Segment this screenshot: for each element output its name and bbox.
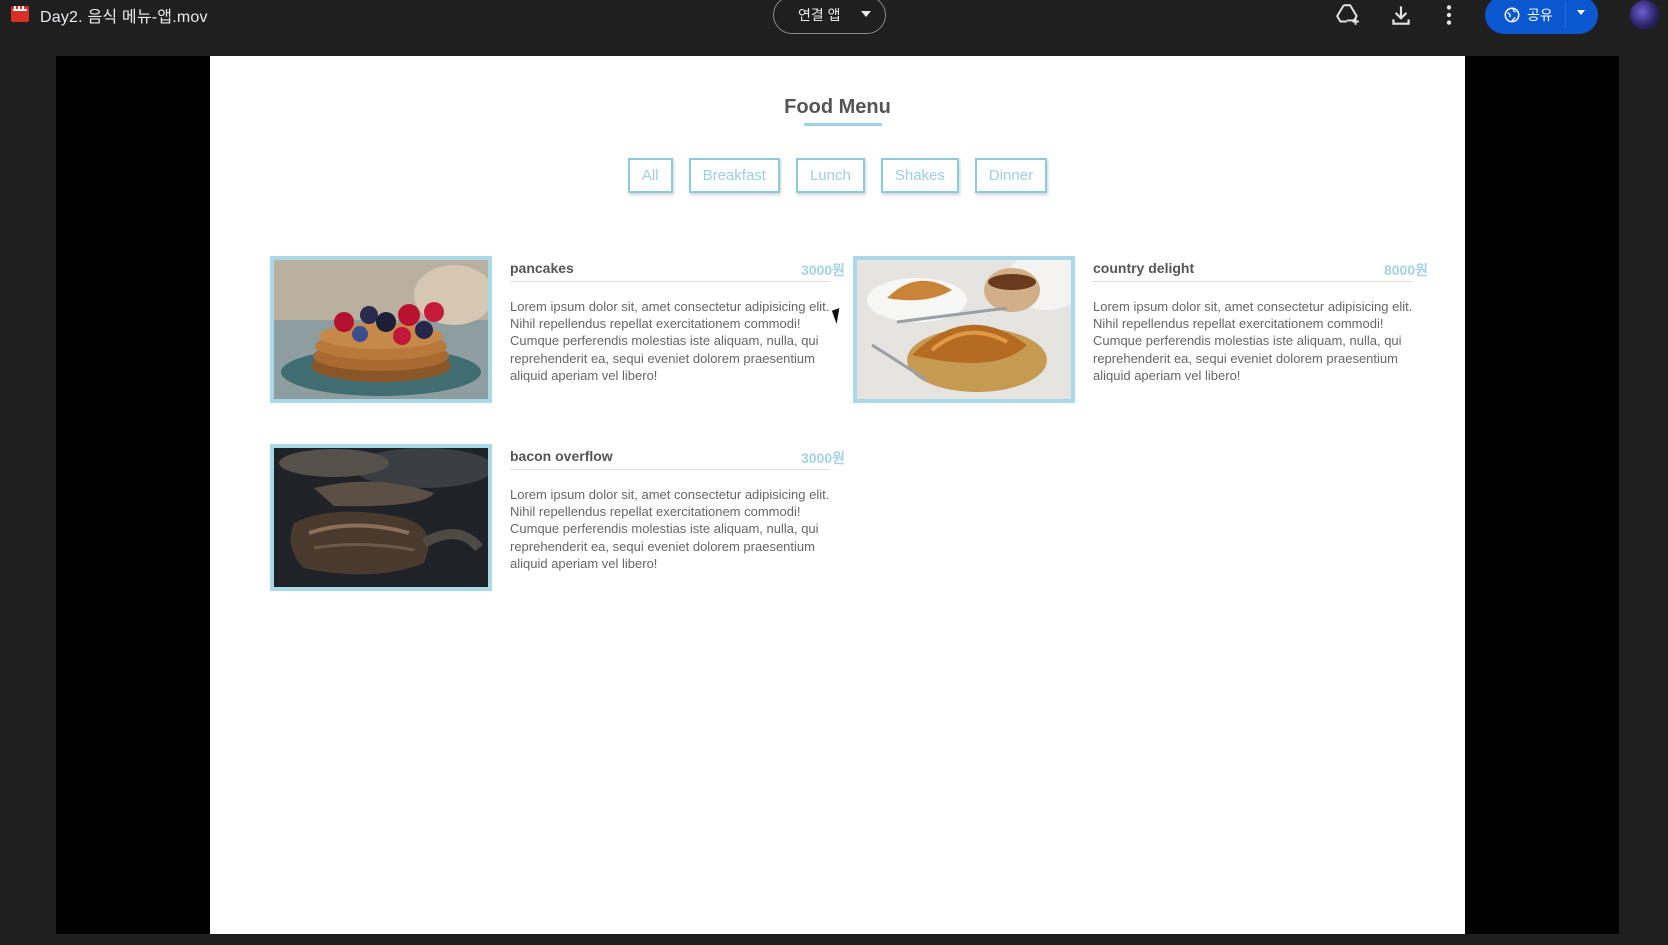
filter-all-button[interactable]: All	[627, 158, 673, 193]
video-file-icon	[11, 6, 29, 22]
add-to-drive-icon[interactable]	[1335, 2, 1361, 28]
share-button[interactable]: 공유	[1485, 0, 1598, 34]
chevron-down-icon	[861, 11, 871, 17]
item-divider	[510, 281, 830, 282]
bacon-overflow-photo	[270, 444, 492, 591]
item-divider	[510, 469, 830, 470]
filter-shakes-button[interactable]: Shakes	[880, 158, 959, 193]
item-description: Lorem ipsum dolor sit, amet consectetur …	[510, 487, 830, 571]
download-icon[interactable]	[1388, 2, 1414, 28]
country-delight-photo	[853, 256, 1075, 403]
menu-item: bacon overflow 3000원 Lorem ipsum dolor s…	[270, 444, 845, 594]
filter-breakfast-button[interactable]: Breakfast	[688, 158, 780, 193]
item-price: 3000원	[800, 262, 845, 278]
filter-lunch-button[interactable]: Lunch	[795, 158, 865, 193]
item-divider	[1093, 281, 1413, 282]
item-price: 3000원	[800, 450, 845, 466]
page-title: Food Menu	[784, 96, 891, 118]
video-frame-page: Food Menu All Breakfast Lunch Shakes Din…	[210, 56, 1465, 934]
open-with-app-label: 연결 앱	[798, 7, 841, 23]
title-underline	[804, 123, 882, 126]
filter-dinner-button[interactable]: Dinner	[974, 158, 1048, 193]
more-vert-icon[interactable]	[1436, 2, 1462, 28]
item-name: bacon overflow	[510, 448, 613, 464]
file-title: Day2. 음식 메뉴-앱.mov	[40, 9, 208, 26]
share-label: 공유	[1527, 7, 1553, 23]
item-description: Lorem ipsum dolor sit, amet consectetur …	[510, 299, 830, 383]
menu-item: pancakes 3000원 Lorem ipsum dolor sit, am…	[270, 256, 845, 406]
top-bar: Day2. 음식 메뉴-앱.mov 연결 앱 공유	[0, 0, 1668, 56]
share-dropdown-icon[interactable]	[1577, 10, 1585, 15]
item-description: Lorem ipsum dolor sit, amet consectetur …	[1093, 299, 1413, 383]
item-name: country delight	[1093, 260, 1195, 276]
open-with-app-button[interactable]: 연결 앱	[773, 0, 886, 34]
item-price: 8000원	[1383, 262, 1428, 278]
filter-button-group: All Breakfast Lunch Shakes Dinner	[210, 158, 1465, 193]
share-divider	[1565, 2, 1566, 28]
globe-icon	[1504, 7, 1520, 23]
avatar[interactable]	[1630, 0, 1660, 30]
item-name: pancakes	[510, 260, 574, 276]
menu-item: country delight 8000원 Lorem ipsum dolor …	[853, 256, 1428, 406]
pancakes-photo	[270, 256, 492, 403]
